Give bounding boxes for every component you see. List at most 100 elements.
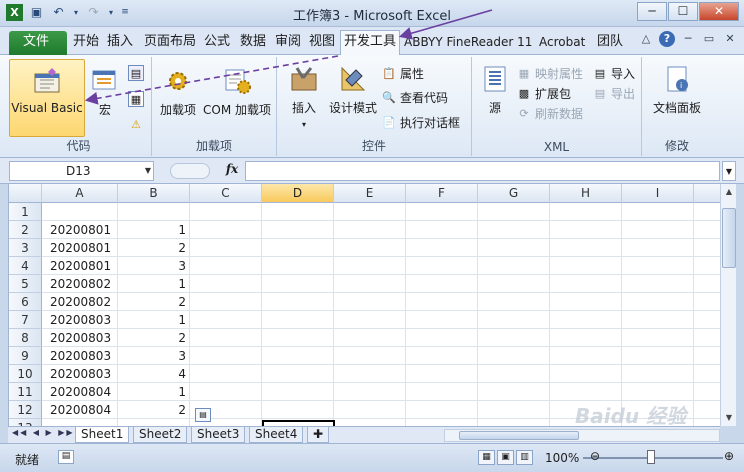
minimize-button[interactable]: ─ <box>637 2 667 21</box>
row-header[interactable]: 13 <box>9 419 42 426</box>
grid-cell[interactable] <box>262 239 334 257</box>
column-header-c[interactable]: C <box>190 184 262 203</box>
refresh-data-button[interactable]: ⟳ 刷新数据 <box>516 103 583 123</box>
grid-cell[interactable]: 20200802 <box>42 275 118 293</box>
grid-cell[interactable] <box>550 275 622 293</box>
grid-cell[interactable] <box>334 275 406 293</box>
grid-cell[interactable]: 20200803 <box>42 365 118 383</box>
column-header-g[interactable]: G <box>478 184 550 203</box>
grid-cell[interactable] <box>262 293 334 311</box>
grid-cell[interactable] <box>550 293 622 311</box>
grid-cell[interactable] <box>694 275 720 293</box>
row-header[interactable]: 5 <box>9 275 42 293</box>
tab-abbyy[interactable]: ABBYY FineReader 11 <box>401 31 535 55</box>
grid-cell[interactable] <box>478 329 550 347</box>
grid-cell[interactable] <box>262 311 334 329</box>
grid-cell[interactable]: 1 <box>118 383 190 401</box>
grid-cell[interactable] <box>622 311 694 329</box>
grid-cell[interactable] <box>694 365 720 383</box>
grid-cell[interactable] <box>190 365 262 383</box>
row-header[interactable]: 7 <box>9 311 42 329</box>
grid-cell[interactable] <box>478 419 550 426</box>
grid-cell[interactable] <box>406 365 478 383</box>
grid-cell[interactable] <box>478 239 550 257</box>
grid-cell[interactable] <box>694 347 720 365</box>
grid-cell[interactable] <box>478 311 550 329</box>
row-header[interactable]: 8 <box>9 329 42 347</box>
grid-cell[interactable] <box>42 419 118 426</box>
grid-cell[interactable] <box>622 365 694 383</box>
grid-cell[interactable] <box>406 329 478 347</box>
design-mode-button[interactable]: 设计模式 <box>327 63 379 116</box>
grid-cell[interactable] <box>478 365 550 383</box>
tab-acrobat[interactable]: Acrobat <box>536 31 588 55</box>
column-header-a[interactable]: A <box>42 184 118 203</box>
grid-cell[interactable] <box>334 419 406 426</box>
document-panel-button[interactable]: i 文档面板 <box>648 63 706 116</box>
grid-cell[interactable] <box>622 347 694 365</box>
row-header[interactable]: 10 <box>9 365 42 383</box>
run-dialog-button[interactable]: 📄 执行对话框 <box>381 112 460 132</box>
zoom-in-icon[interactable]: ⊕ <box>724 449 734 463</box>
sheet-nav-icons[interactable]: ◀◀ ◀ ▶ ▶▶ <box>12 428 75 437</box>
grid-cell[interactable] <box>406 239 478 257</box>
grid-cell[interactable]: 20200803 <box>42 311 118 329</box>
grid-cell[interactable] <box>550 221 622 239</box>
grid-cell[interactable]: 1 <box>118 311 190 329</box>
tab-file[interactable]: 文件 <box>9 31 67 55</box>
grid-cell[interactable] <box>694 257 720 275</box>
grid-cell[interactable] <box>334 257 406 275</box>
macro-button[interactable]: 宏 <box>88 65 122 125</box>
grid-cell[interactable]: 20200804 <box>42 401 118 419</box>
macro-security-button[interactable]: ⚠ <box>128 114 144 134</box>
record-macro-button[interactable]: ▤ <box>128 63 144 83</box>
column-header-e[interactable]: E <box>334 184 406 203</box>
column-header-i[interactable]: I <box>622 184 694 203</box>
horizontal-scroll-thumb[interactable] <box>459 431 579 440</box>
chevron-down-icon[interactable]: ▼ <box>145 162 151 180</box>
grid-cell[interactable]: 2 <box>118 329 190 347</box>
sheet-tab-4[interactable]: Sheet4 <box>249 427 304 443</box>
minimize-workbook-icon[interactable]: ─ <box>680 31 696 47</box>
grid-cell[interactable] <box>622 203 694 221</box>
grid-cell[interactable] <box>478 203 550 221</box>
insert-control-button[interactable]: 插入 ▾ <box>285 63 323 129</box>
grid-cell[interactable] <box>406 311 478 329</box>
grid-cell[interactable] <box>334 347 406 365</box>
grid-cell[interactable]: 1 <box>118 221 190 239</box>
grid-cell[interactable] <box>334 203 406 221</box>
grid-cell[interactable] <box>622 221 694 239</box>
com-addins-button[interactable]: COM 加载项 <box>202 65 272 118</box>
grid-cell[interactable] <box>190 329 262 347</box>
grid-cell[interactable] <box>190 275 262 293</box>
grid-cell[interactable] <box>262 221 334 239</box>
grid-cell[interactable] <box>190 293 262 311</box>
grid-cell[interactable] <box>550 347 622 365</box>
page-layout-view-icon[interactable]: ▣ <box>497 450 514 465</box>
zoom-level[interactable]: 100% <box>545 451 579 465</box>
grid-cell[interactable] <box>190 203 262 221</box>
column-header-f[interactable]: F <box>406 184 478 203</box>
row-header[interactable]: 9 <box>9 347 42 365</box>
normal-view-icon[interactable]: ▦ <box>478 450 495 465</box>
row-header[interactable]: 4 <box>9 257 42 275</box>
grid-cell[interactable] <box>334 239 406 257</box>
grid-cell[interactable] <box>334 365 406 383</box>
grid-cell[interactable] <box>694 293 720 311</box>
collapse-ribbon-icon[interactable]: △ <box>638 31 654 47</box>
zoom-out-icon[interactable]: ⊖ <box>590 449 600 463</box>
grid-cell[interactable] <box>550 329 622 347</box>
sheet-tab-2[interactable]: Sheet2 <box>133 427 188 443</box>
grid-cell[interactable] <box>694 203 720 221</box>
grid-cell[interactable] <box>694 329 720 347</box>
select-all-corner[interactable] <box>9 184 42 203</box>
grid-cell[interactable] <box>334 329 406 347</box>
grid-cell[interactable]: 20200803 <box>42 329 118 347</box>
column-header-h[interactable]: H <box>550 184 622 203</box>
grid-cell[interactable] <box>478 221 550 239</box>
grid-cell[interactable] <box>478 293 550 311</box>
export-button[interactable]: ▤ 导出 <box>592 83 635 103</box>
grid-cell[interactable] <box>406 383 478 401</box>
grid-cell[interactable] <box>406 419 478 426</box>
grid-cell[interactable] <box>694 221 720 239</box>
